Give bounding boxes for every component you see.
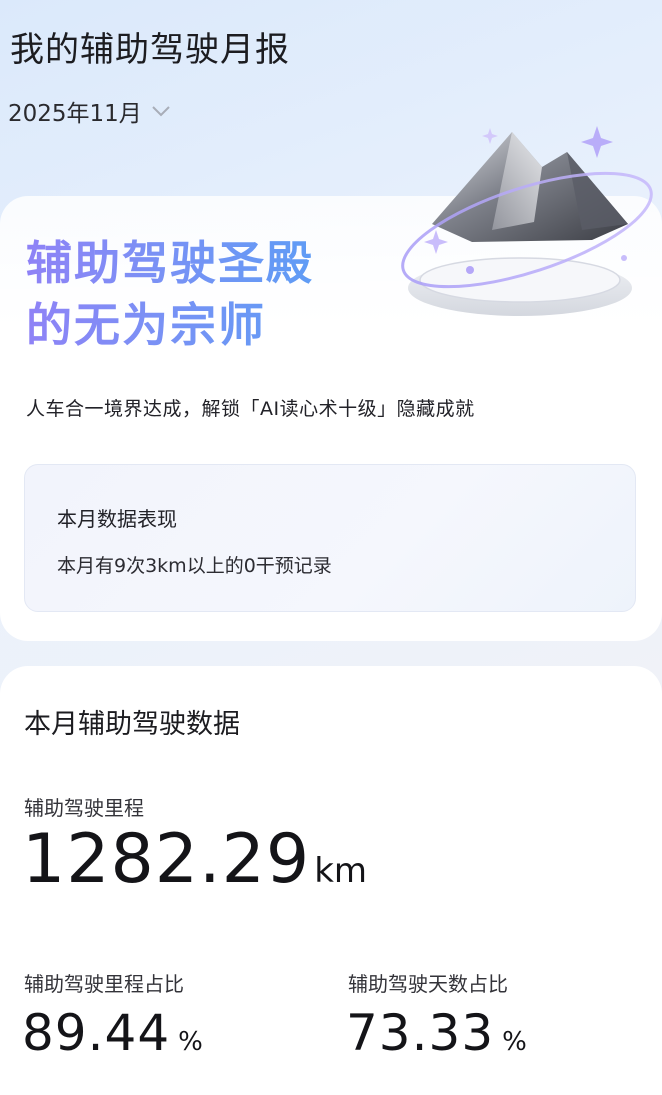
days-ratio-label: 辅助驾驶天数占比	[348, 972, 508, 996]
hero-title: 辅助驾驶圣殿 的无为宗师	[26, 232, 314, 356]
page-title: 我的辅助驾驶月报	[10, 30, 290, 70]
month-selector[interactable]: 2025年11月	[8, 94, 172, 128]
mileage-number: 1282.29	[22, 820, 311, 899]
hero-subtitle: 人车合一境界达成，解锁「AI读心术十级」隐藏成就	[26, 398, 475, 420]
stats-heading: 本月辅助驾驶数据	[24, 709, 240, 740]
mileage-value: 1282.29 km	[22, 820, 367, 899]
mileage-ratio-value: 89.44%	[22, 1004, 203, 1062]
mileage-unit: km	[314, 851, 368, 891]
mileage-ratio-number: 89.44	[22, 1004, 171, 1062]
mountain-trophy-icon	[401, 126, 653, 316]
days-ratio-unit: %	[502, 1027, 527, 1057]
mileage-label: 辅助驾驶里程	[24, 796, 144, 820]
month-label: 2025年11月	[8, 101, 142, 127]
monthly-performance-box: 本月数据表现 本月有9次3km以上的0干预记录	[24, 464, 636, 612]
days-ratio-number: 73.33	[346, 1004, 495, 1062]
chevron-down-icon	[152, 106, 170, 117]
days-ratio-value: 73.33%	[346, 1004, 527, 1062]
monthly-performance-title: 本月数据表现	[57, 507, 177, 531]
hero-title-line-2: 的无为宗师	[26, 298, 266, 352]
mileage-ratio-label: 辅助驾驶里程占比	[24, 972, 184, 996]
monthly-performance-text: 本月有9次3km以上的0干预记录	[57, 555, 332, 577]
mileage-ratio-unit: %	[178, 1027, 203, 1057]
hero-title-line-1: 辅助驾驶圣殿	[26, 236, 314, 290]
